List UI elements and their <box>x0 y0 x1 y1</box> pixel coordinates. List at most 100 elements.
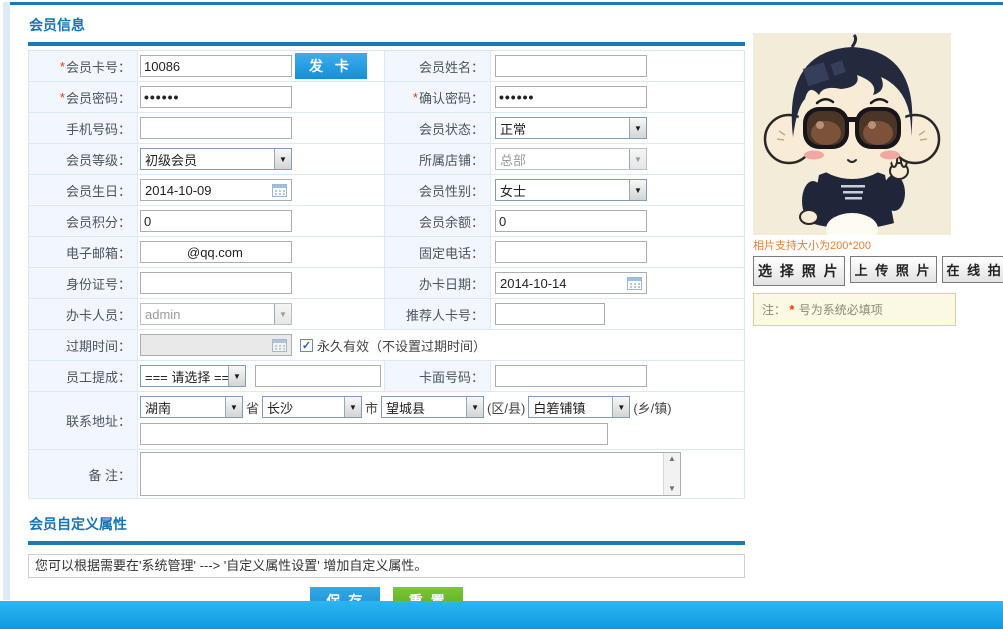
required-note-prefix: 注： <box>762 303 787 317</box>
online-capture-button[interactable]: 在 线 拍 摄 <box>941 256 1003 283</box>
district-suffix: (区/县) <box>487 400 526 416</box>
choose-photo-button[interactable]: 选 择 照 片 <box>753 256 845 286</box>
issue-card-button[interactable]: 发 卡 <box>295 53 367 79</box>
card-date-input[interactable]: 2014-10-14 <box>495 272 647 294</box>
address-city-select[interactable]: 长沙 ▼ <box>262 396 363 418</box>
points-input[interactable] <box>140 210 292 232</box>
row-cardno-name: *会员卡号： 发 卡 会员姓名： <box>29 51 744 82</box>
card-face-no-input[interactable] <box>495 365 647 387</box>
required-mark: * <box>59 58 65 74</box>
member-status-select[interactable]: 正常 ▼ <box>495 117 647 139</box>
member-form-section: 会员信息 *会员卡号： 发 卡 会员姓名： *会员密码： *确认密码： 手机号码… <box>28 12 745 614</box>
member-password-input[interactable] <box>140 86 292 108</box>
email-input[interactable] <box>140 241 292 263</box>
balance-input[interactable] <box>495 210 647 232</box>
birthday-label: 会员生日： <box>29 175 137 205</box>
member-name-label: 会员姓名： <box>384 51 490 81</box>
row-level-store: 会员等级： 初级会员 ▼ 所属店铺： 总部 ▼ <box>29 144 744 175</box>
chevron-down-icon[interactable]: ▼ <box>466 397 484 417</box>
card-date-label: 办卡日期： <box>384 268 490 298</box>
mobile-label: 手机号码： <box>29 113 137 143</box>
permanent-valid-checkbox[interactable]: ✓ <box>300 338 313 352</box>
upload-photo-button[interactable]: 上 传 照 片 <box>849 256 937 283</box>
required-mark: * <box>789 302 795 317</box>
staff-commission-select[interactable]: === 请选择 === ▼ <box>140 365 246 387</box>
chevron-down-icon[interactable]: ▼ <box>629 118 646 138</box>
section-title-custom-attrs: 会员自定义属性 <box>29 516 127 532</box>
row-operator-referrer: 办卡人员： admin ▼ 推荐人卡号： <box>29 299 744 330</box>
remark-label: 备 注： <box>29 450 137 498</box>
points-label: 会员积分： <box>29 206 137 236</box>
address-province-select[interactable]: 湖南 ▼ <box>140 396 243 418</box>
mobile-input[interactable] <box>140 117 292 139</box>
row-commission-cardface: 员工提成： === 请选择 === ▼ 卡面号码： <box>29 361 744 392</box>
row-id-carddate: 身份证号： 办卡日期： 2014-10-14 <box>29 268 744 299</box>
address-town-select[interactable]: 白箬铺镇 ▼ <box>528 396 631 418</box>
chevron-down-icon[interactable]: ▼ <box>612 397 630 417</box>
store-label: 所属店铺： <box>384 144 490 174</box>
row-points-balance: 会员积分： 会员余额： <box>29 206 744 237</box>
balance-label: 会员余额： <box>384 206 490 236</box>
scroll-up-icon[interactable]: ▲ <box>668 453 676 465</box>
staff-commission-input[interactable] <box>255 365 381 387</box>
expire-time-label: 过期时间： <box>29 330 137 360</box>
row-mobile-status: 手机号码： 会员状态： 正常 ▼ <box>29 113 744 144</box>
chevron-down-icon[interactable]: ▼ <box>225 397 242 417</box>
member-name-input[interactable] <box>495 55 647 77</box>
gender-select[interactable]: 女士 ▼ <box>495 179 647 201</box>
chevron-down-icon: ▼ <box>274 304 291 324</box>
confirm-password-label: * 确认密码： <box>384 82 490 112</box>
photo-size-note: 相片支持大小为200*200 <box>753 240 871 252</box>
section-rule <box>28 541 745 545</box>
gender-label: 会员性别： <box>384 175 490 205</box>
confirm-password-input[interactable] <box>495 86 647 108</box>
id-number-input[interactable] <box>140 272 292 294</box>
row-email-landline: 电子邮箱： 固定电话： <box>29 237 744 268</box>
store-select: 总部 ▼ <box>495 148 647 170</box>
page-left-strip <box>3 2 10 600</box>
landline-input[interactable] <box>495 241 647 263</box>
required-note-text: 号为系统必填项 <box>798 303 883 317</box>
calendar-icon[interactable] <box>627 276 642 290</box>
expire-time-input <box>140 334 292 356</box>
photo-panel: 相片支持大小为200*200 选 择 照 片 上 传 照 片 在 线 拍 摄 注… <box>753 33 1003 326</box>
row-birthday-gender: 会员生日： 2014-10-09 会员性别： 女士 ▼ <box>29 175 744 206</box>
row-address: 联系地址： 湖南 ▼ 省 长沙 ▼ 市 望城县 ▼ (区/县) 白箬铺镇 ▼ (乡/镇) <box>29 392 744 450</box>
operator-select: admin ▼ <box>140 303 292 325</box>
row-expire: 过期时间： ✓ 永久有效（不设置过期时间） <box>29 330 744 361</box>
birthday-input[interactable]: 2014-10-09 <box>140 179 292 201</box>
custom-attr-info: 您可以根据需要在'系统管理' ---> '自定义属性设置' 增加自定义属性。 <box>28 554 745 578</box>
chevron-down-icon[interactable]: ▼ <box>274 149 291 169</box>
member-level-label: 会员等级： <box>29 144 137 174</box>
email-label: 电子邮箱： <box>29 237 137 267</box>
address-detail-input[interactable] <box>140 423 608 445</box>
referrer-card-no-label: 推荐人卡号： <box>384 299 490 329</box>
remark-textarea[interactable] <box>141 453 663 495</box>
row-passwords: *会员密码： *确认密码： <box>29 82 744 113</box>
member-password-label: * 会员密码： <box>29 82 137 112</box>
row-remark: 备 注： ▲ ▼ <box>29 450 744 499</box>
calendar-icon[interactable] <box>272 183 287 197</box>
page-footer-bar <box>0 601 1003 629</box>
address-district-select[interactable]: 望城县 ▼ <box>381 396 485 418</box>
permanent-valid-label: 永久有效（不设置过期时间） <box>317 338 487 354</box>
city-suffix: 市 <box>365 400 379 416</box>
page-top-rule <box>10 2 1003 5</box>
calendar-icon <box>272 338 287 352</box>
scroll-down-icon[interactable]: ▼ <box>668 483 676 495</box>
section-rule <box>28 42 745 46</box>
chevron-down-icon[interactable]: ▼ <box>629 180 646 200</box>
id-number-label: 身份证号： <box>29 268 137 298</box>
staff-commission-label: 员工提成： <box>29 361 137 391</box>
town-suffix: (乡/镇) <box>633 400 672 416</box>
province-suffix: 省 <box>246 400 260 416</box>
member-level-select[interactable]: 初级会员 ▼ <box>140 148 292 170</box>
chevron-down-icon[interactable]: ▼ <box>228 366 245 386</box>
card-face-no-label: 卡面号码： <box>384 361 490 391</box>
chevron-down-icon: ▼ <box>629 149 646 169</box>
member-card-no-input[interactable] <box>140 55 292 77</box>
textarea-scrollbar[interactable]: ▲ ▼ <box>663 453 680 495</box>
referrer-card-no-input[interactable] <box>495 303 605 325</box>
required-mark: * <box>412 89 418 105</box>
chevron-down-icon[interactable]: ▼ <box>344 397 362 417</box>
